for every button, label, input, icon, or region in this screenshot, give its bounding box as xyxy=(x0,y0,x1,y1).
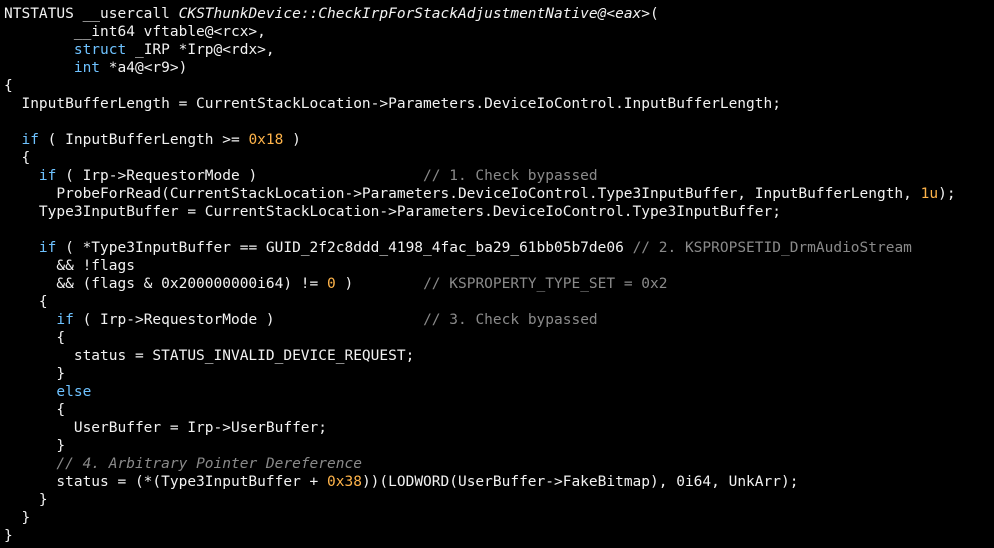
code-token-text: status = (*(Type3InputBuffer + xyxy=(4,474,328,490)
code-viewer[interactable]: NTSTATUS __usercall CKSThunkDevice::Chec… xyxy=(0,0,994,548)
code-line: { xyxy=(4,401,994,419)
code-line: if ( InputBufferLength >= 0x18 ) xyxy=(4,131,994,149)
code-line: int *a4@<r9>) xyxy=(4,59,994,77)
code-token-comment: // 1. Check bypassed xyxy=(423,168,598,184)
code-token-text: } xyxy=(4,492,48,508)
code-token-text: { xyxy=(4,330,66,346)
code-token-text: ) xyxy=(335,276,424,292)
code-line: status = (*(Type3InputBuffer + 0x38))(LO… xyxy=(4,473,994,491)
code-line: status = STATUS_INVALID_DEVICE_REQUEST; xyxy=(4,347,994,365)
code-line: { xyxy=(4,329,994,347)
code-token-keyword: if xyxy=(38,168,57,184)
code-token-keyword: else xyxy=(56,384,92,400)
code-line: else xyxy=(4,383,994,401)
code-token-text: ( InputBufferLength >= xyxy=(38,132,249,148)
code-token-text: InputBufferLength = CurrentStackLocation… xyxy=(4,96,781,112)
code-line: && (flags & 0x200000000i64) != 0 ) // KS… xyxy=(4,275,994,293)
code-token-comment: // 3. Check bypassed xyxy=(423,312,598,328)
code-line: } xyxy=(4,509,994,527)
code-token-text: ( Irp->RequestorMode ) xyxy=(56,168,424,184)
code-line: && !flags xyxy=(4,257,994,275)
code-line: InputBufferLength = CurrentStackLocation… xyxy=(4,95,994,113)
code-token-keyword: int xyxy=(73,60,101,76)
code-line: Type3InputBuffer = CurrentStackLocation-… xyxy=(4,203,994,221)
code-line: if ( Irp->RequestorMode ) // 3. Check by… xyxy=(4,311,994,329)
code-token-comment: // 2. KSPROPSETID_DrmAudioStream xyxy=(632,240,912,256)
code-line: NTSTATUS __usercall CKSThunkDevice::Chec… xyxy=(4,5,994,23)
code-token-text: } xyxy=(4,528,13,544)
code-token-keyword: if xyxy=(56,312,74,328)
code-token-function: CKSThunkDevice::CheckIrpForStackAdjustme… xyxy=(178,6,651,22)
code-token-text: } xyxy=(4,366,66,382)
code-token-text: ( Irp->RequestorMode ) xyxy=(73,312,424,328)
code-token-text: ProbeForRead(CurrentStackLocation->Param… xyxy=(4,186,921,202)
code-token-keyword: if xyxy=(38,240,57,256)
code-line: if ( Irp->RequestorMode ) // 1. Check by… xyxy=(4,167,994,185)
code-token-text: NTSTATUS __usercall xyxy=(4,6,179,22)
code-token-comment: // KSPROPERTY_TYPE_SET = 0x2 xyxy=(423,276,668,292)
code-token-text: _IRP *Irp@<rdx>, xyxy=(126,42,275,58)
code-token-text: status = STATUS_INVALID_DEVICE_REQUEST; xyxy=(4,348,415,364)
code-line: } xyxy=(4,437,994,455)
code-line: struct _IRP *Irp@<rdx>, xyxy=(4,41,994,59)
code-token-text: { xyxy=(4,150,31,166)
code-token-keyword: if xyxy=(21,132,39,148)
code-token-text: ); xyxy=(938,186,956,202)
code-token-comment: // 4. Arbitrary Pointer Dereference xyxy=(56,456,362,472)
code-token-keyword: struct xyxy=(73,42,127,58)
code-line: { xyxy=(4,77,994,95)
code-token-number: 0x18 xyxy=(248,132,284,148)
code-line: // 4. Arbitrary Pointer Dereference xyxy=(4,455,994,473)
code-token-text: { xyxy=(4,402,66,418)
code-token-text: ( xyxy=(650,6,659,22)
code-line: } xyxy=(4,527,994,545)
code-line: ProbeForRead(CurrentStackLocation->Param… xyxy=(4,185,994,203)
code-line: } xyxy=(4,365,994,383)
code-token-text: ) xyxy=(283,132,301,148)
code-token-number: 0 xyxy=(327,276,336,292)
code-token-text: && (flags & 0x200000000i64) != xyxy=(4,276,328,292)
code-token-number: 0x38 xyxy=(327,474,362,490)
code-line: UserBuffer = Irp->UserBuffer; xyxy=(4,419,994,437)
code-token-text: } xyxy=(4,510,31,526)
code-line: { xyxy=(4,293,994,311)
code-token-text: Type3InputBuffer = CurrentStackLocation-… xyxy=(4,204,781,220)
code-line: if ( *Type3InputBuffer == GUID_2f2c8ddd_… xyxy=(4,239,994,257)
code-token-text: { xyxy=(4,78,13,94)
code-token-text: { xyxy=(4,294,48,310)
code-line: } xyxy=(4,491,994,509)
code-token-number: 1u xyxy=(920,186,939,202)
code-line: { xyxy=(4,149,994,167)
code-token-text: *a4@<r9>) xyxy=(100,60,188,76)
code-token-text: ( *Type3InputBuffer == GUID_2f2c8ddd_419… xyxy=(56,240,633,256)
code-token-text: __int64 vftable@<rcx>, xyxy=(4,24,266,40)
code-token-text: && !flags xyxy=(4,258,135,274)
code-line: __int64 vftable@<rcx>, xyxy=(4,23,994,41)
code-token-text: UserBuffer = Irp->UserBuffer; xyxy=(4,420,328,436)
code-token-text: ))(LODWORD(UserBuffer->FakeBitmap), 0i64… xyxy=(361,474,799,490)
code-token-text: } xyxy=(4,438,66,454)
